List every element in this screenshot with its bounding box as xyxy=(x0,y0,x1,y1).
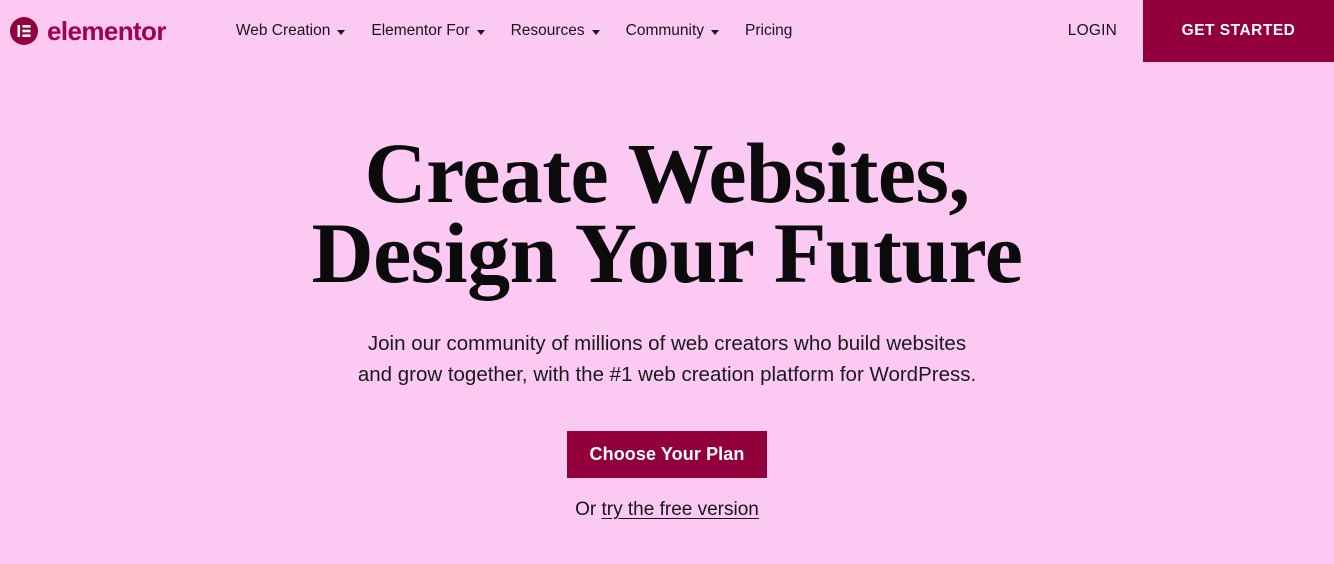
header-actions: LOGIN GET STARTED xyxy=(1042,0,1334,62)
hero-section: Create Websites, Design Your Future Join… xyxy=(0,62,1334,519)
choose-your-plan-button[interactable]: Choose Your Plan xyxy=(567,430,767,478)
brand-logo-link[interactable]: elementor xyxy=(10,17,166,45)
nav-item-pricing[interactable]: Pricing xyxy=(732,23,805,39)
nav-item-community[interactable]: Community xyxy=(613,23,732,39)
page-title-line-1: Create Websites, xyxy=(364,125,970,221)
nav-item-label: Web Creation xyxy=(235,22,331,40)
chevron-down-icon xyxy=(337,29,346,35)
hero-subtitle-line-2: and grow together, with the #1 web creat… xyxy=(357,362,977,386)
hero-subtitle-line-1: Join our community of millions of web cr… xyxy=(367,331,967,355)
get-started-button[interactable]: GET STARTED xyxy=(1143,0,1334,62)
nav-item-label: Community xyxy=(625,22,705,40)
chevron-down-icon xyxy=(711,29,720,35)
hero-subtitle: Join our community of millions of web cr… xyxy=(0,328,1334,390)
elementor-logo-icon xyxy=(10,17,38,45)
nav-item-label: Resources xyxy=(510,22,585,40)
site-header: elementor Web Creation Elementor For Res… xyxy=(0,0,1334,62)
primary-navigation: Web Creation Elementor For Resources Com… xyxy=(223,23,806,39)
secondary-cta: Or try the free version xyxy=(575,500,759,519)
nav-item-elementor-for[interactable]: Elementor For xyxy=(358,23,497,39)
page-title: Create Websites, Design Your Future xyxy=(0,125,1334,301)
chevron-down-icon xyxy=(591,29,600,35)
secondary-cta-prefix: Or xyxy=(575,498,602,520)
login-link[interactable]: LOGIN xyxy=(1042,0,1143,62)
hero-cta-group: Choose Your Plan Or try the free version xyxy=(0,430,1334,519)
nav-item-resources[interactable]: Resources xyxy=(498,23,613,39)
nav-item-label: Pricing xyxy=(745,22,793,40)
nav-item-label: Elementor For xyxy=(371,22,470,40)
nav-item-web-creation[interactable]: Web Creation xyxy=(223,23,358,39)
chevron-down-icon xyxy=(476,29,485,35)
page-title-line-2: Design Your Future xyxy=(311,204,1023,301)
brand-wordmark: elementor xyxy=(47,16,166,46)
try-free-version-link[interactable]: try the free version xyxy=(602,499,759,520)
